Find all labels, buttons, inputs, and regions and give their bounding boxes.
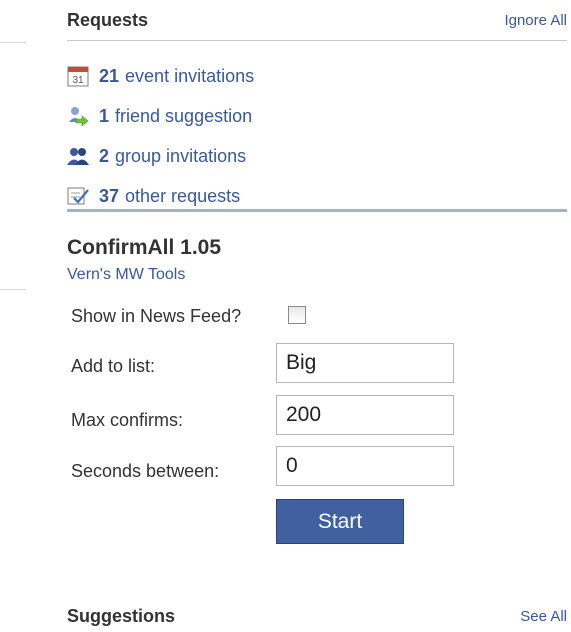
app-title: ConfirmAll 1.05	[67, 236, 222, 259]
seconds-between-input[interactable]	[277, 447, 453, 485]
seconds-between-label: Seconds between:	[71, 461, 220, 481]
see-all-link[interactable]: See All	[520, 608, 567, 625]
request-checklist-icon	[67, 185, 89, 207]
svg-text:31: 31	[72, 75, 84, 86]
request-count: 1	[99, 105, 110, 126]
request-count: 2	[99, 145, 110, 166]
add-to-list-input[interactable]	[277, 344, 453, 382]
max-confirms-input[interactable]	[277, 396, 453, 434]
left-divider-tick	[0, 289, 26, 290]
request-label: other requests	[125, 185, 241, 206]
ignore-all-link[interactable]: Ignore All	[504, 12, 567, 29]
seconds-between-field[interactable]	[276, 446, 454, 486]
request-item-friends[interactable]: 1 friend suggestion	[67, 96, 567, 136]
requests-list: 31 21 event invitations 1 friend suggest…	[67, 56, 567, 216]
request-item-events[interactable]: 31 21 event invitations	[67, 56, 567, 96]
requests-bottom-divider	[67, 209, 567, 212]
requests-header-divider	[67, 40, 567, 41]
requests-header: Requests Ignore All	[67, 10, 567, 38]
start-button[interactable]: Start	[276, 499, 404, 544]
requests-title: Requests	[67, 10, 149, 30]
app-author-link[interactable]: Vern's MW Tools	[67, 266, 185, 284]
add-to-list-label: Add to list:	[71, 356, 156, 376]
left-divider-tick	[0, 42, 26, 43]
suggestions-title: Suggestions	[67, 606, 176, 626]
friend-suggestion-icon	[67, 105, 89, 127]
request-label: event invitations	[125, 65, 255, 86]
request-count: 21	[99, 65, 120, 86]
show-news-feed-checkbox[interactable]	[288, 306, 306, 324]
add-to-list-field[interactable]	[276, 343, 454, 383]
max-confirms-label: Max confirms:	[71, 410, 184, 430]
max-confirms-field[interactable]	[276, 395, 454, 435]
request-count: 37	[99, 185, 120, 206]
page: Requests Ignore All 31 21 event invitati…	[0, 0, 571, 632]
group-icon	[67, 145, 89, 167]
show-news-feed-label: Show in News Feed?	[71, 306, 242, 326]
request-label: group invitations	[115, 145, 247, 166]
request-item-groups[interactable]: 2 group invitations	[67, 136, 567, 176]
calendar-icon: 31	[67, 65, 89, 87]
request-label: friend suggestion	[115, 105, 253, 126]
